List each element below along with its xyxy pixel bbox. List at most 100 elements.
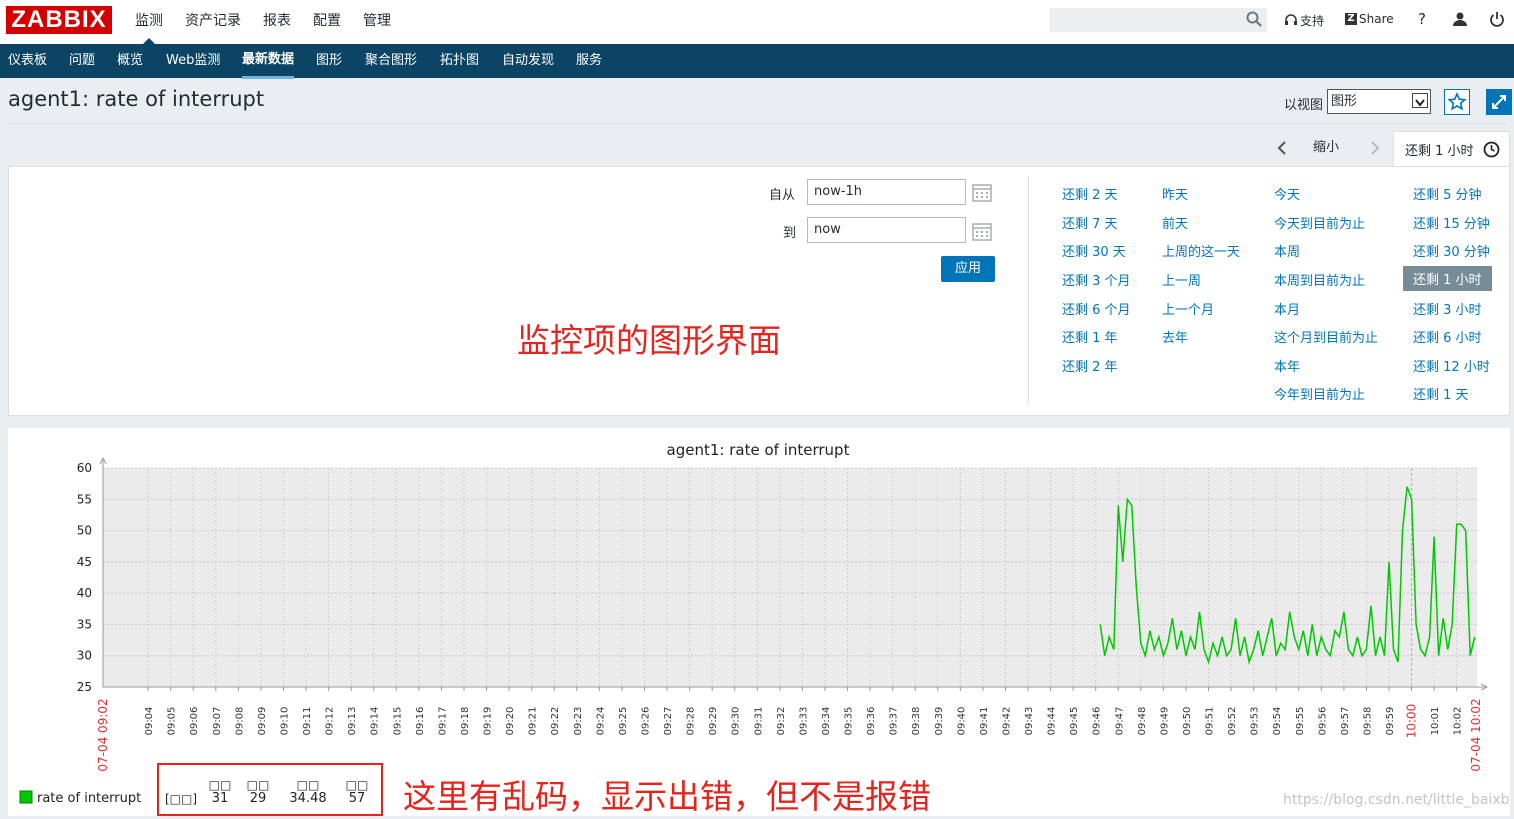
x-tick-label: 09:43 <box>1024 707 1035 736</box>
x-tick-label: 09:09 <box>257 707 268 736</box>
x-tick-label: 10:02 <box>1453 707 1464 736</box>
x-tick-label: 09:44 <box>1047 707 1058 736</box>
annotation-graph-interface: 监控项的图形界面 <box>517 321 781 360</box>
menu-administration[interactable]: 管理 <box>352 0 402 44</box>
top-bar: ZABBIX 监测 资产记录 报表 配置 管理 支持 Z Share ? <box>0 0 1514 45</box>
quick-range-link[interactable]: 去年 <box>1162 327 1188 346</box>
view-as-value: 图形 <box>1331 94 1358 109</box>
quick-range-link[interactable]: 还剩 1 天 <box>1413 384 1469 403</box>
quick-range-link[interactable]: 还剩 30 分钟 <box>1413 241 1490 260</box>
subnav-web[interactable]: Web监测 <box>166 44 220 77</box>
quick-range-link[interactable]: 还剩 2 天 <box>1062 184 1118 203</box>
annotation-garbled-text: 这里有乱码，显示出错，但不是报错 <box>403 777 931 816</box>
x-tick-label: 09:20 <box>505 707 516 736</box>
x-tick-label: 09:11 <box>302 707 313 736</box>
x-tick-label: 09:42 <box>1001 707 1012 736</box>
from-input[interactable]: now-1h <box>807 179 966 205</box>
x-tick-label: 09:47 <box>1114 707 1125 736</box>
chevron-left-icon[interactable] <box>1276 140 1288 156</box>
add-to-favorites-button[interactable] <box>1444 89 1470 115</box>
subnav-latest-data[interactable]: 最新数据 <box>242 44 295 79</box>
quick-range-link[interactable]: 这个月到目前为止 <box>1274 327 1378 346</box>
x-tick-label: 09:13 <box>347 707 358 736</box>
quick-range-link[interactable]: 上周的这一天 <box>1162 241 1240 260</box>
chevron-right-icon[interactable] <box>1369 140 1381 156</box>
x-tick-label: 09:57 <box>1340 707 1351 736</box>
apply-button[interactable]: 应用 <box>941 256 995 282</box>
zabbix-logo[interactable]: ZABBIX <box>6 6 112 34</box>
help-button[interactable]: ? <box>1418 10 1426 28</box>
zoom-out-button[interactable]: 缩小 <box>1313 132 1339 166</box>
view-as-select[interactable]: 图形 <box>1327 89 1431 114</box>
subnav-graphs[interactable]: 图形 <box>316 44 342 77</box>
quick-range-link[interactable]: 还剩 12 小时 <box>1413 356 1490 375</box>
menu-reports[interactable]: 报表 <box>252 0 302 44</box>
quick-range-link[interactable]: 上一个月 <box>1162 299 1214 318</box>
calendar-icon[interactable] <box>972 222 992 242</box>
x-tick-label: 09:48 <box>1137 707 1148 736</box>
divider <box>8 123 1506 124</box>
subnav-screens[interactable]: 聚合图形 <box>365 44 417 77</box>
x-tick-label: 09:58 <box>1362 707 1373 736</box>
x-tick-label: 09:41 <box>979 707 990 736</box>
quick-range-link[interactable]: 本周 <box>1274 241 1300 260</box>
x-tick-label: 09:27 <box>663 707 674 736</box>
search-input[interactable] <box>1049 8 1267 32</box>
quick-range-link[interactable]: 还剩 6 个月 <box>1062 299 1131 318</box>
subnav-problems[interactable]: 问题 <box>69 44 95 77</box>
subnav-services[interactable]: 服务 <box>576 44 602 77</box>
x-tick-label: 09:35 <box>844 707 855 736</box>
time-period-tab[interactable]: 还剩 1 小时 <box>1393 131 1510 167</box>
x-tick-label: 09:24 <box>595 707 606 736</box>
logout-icon[interactable] <box>1489 11 1505 27</box>
user-profile-icon[interactable] <box>1452 11 1468 27</box>
quick-range-link[interactable]: 还剩 3 个月 <box>1062 270 1131 289</box>
x-tick-label: 09:50 <box>1182 707 1193 736</box>
x-tick-label: 09:12 <box>325 707 336 736</box>
quick-range-link[interactable]: 今天 <box>1274 184 1300 203</box>
fullscreen-button[interactable] <box>1486 89 1512 115</box>
calendar-icon[interactable] <box>972 183 992 203</box>
menu-inventory[interactable]: 资产记录 <box>174 0 252 44</box>
x-tick-label: 09:21 <box>528 707 539 736</box>
quick-range-link[interactable]: 今年到目前为止 <box>1274 384 1365 403</box>
quick-range-link[interactable]: 还剩 1 年 <box>1062 327 1118 346</box>
quick-range-link[interactable]: 今天到目前为止 <box>1274 213 1365 232</box>
x-tick-label: 09:46 <box>1092 707 1103 736</box>
x-tick-label: 09:54 <box>1272 707 1283 736</box>
quick-range-selected[interactable]: 还剩 1 小时 <box>1403 266 1492 291</box>
x-tick-label: 09:45 <box>1069 707 1080 736</box>
subnav-dashboard[interactable]: 仪表板 <box>8 44 47 77</box>
headset-icon <box>1285 13 1297 25</box>
quick-range-link[interactable]: 还剩 2 年 <box>1062 356 1118 375</box>
page-title: agent1: rate of interrupt <box>8 87 265 111</box>
subnav-overview[interactable]: 概览 <box>117 44 143 77</box>
quick-range-link[interactable]: 本月 <box>1274 299 1300 318</box>
subnav-maps[interactable]: 拓扑图 <box>440 44 479 77</box>
quick-range-link[interactable]: 还剩 5 分钟 <box>1413 184 1482 203</box>
quick-range-link[interactable]: 还剩 3 小时 <box>1413 299 1482 318</box>
x-tick-label: 09:23 <box>573 707 584 736</box>
x-tick-label: 09:34 <box>821 707 832 736</box>
plot-area <box>103 468 1477 687</box>
quick-range-link[interactable]: 上一周 <box>1162 270 1201 289</box>
quick-range-link[interactable]: 本周到目前为止 <box>1274 270 1365 289</box>
x-tick-label: 09:53 <box>1250 707 1261 736</box>
share-link[interactable]: Z Share <box>1345 12 1394 26</box>
quick-range-link[interactable]: 还剩 7 天 <box>1062 213 1118 232</box>
quick-range-link[interactable]: 还剩 15 分钟 <box>1413 213 1490 232</box>
menu-configuration[interactable]: 配置 <box>302 0 352 44</box>
support-link[interactable]: 支持 <box>1284 12 1324 29</box>
quick-range-link[interactable]: 本年 <box>1274 356 1300 375</box>
quick-range-link[interactable]: 还剩 6 小时 <box>1413 327 1482 346</box>
quick-range-link[interactable]: 还剩 30 天 <box>1062 241 1126 260</box>
quick-range-link[interactable]: 昨天 <box>1162 184 1188 203</box>
search-icon[interactable] <box>1245 10 1263 28</box>
menu-monitoring[interactable]: 监测 <box>124 0 174 45</box>
y-tick-label: 35 <box>77 617 92 631</box>
support-label: 支持 <box>1300 14 1325 28</box>
x-tick-label: 09:10 <box>279 707 290 736</box>
subnav-discovery[interactable]: 自动发现 <box>502 44 554 77</box>
to-input[interactable]: now <box>807 217 966 243</box>
quick-range-link[interactable]: 前天 <box>1162 213 1188 232</box>
